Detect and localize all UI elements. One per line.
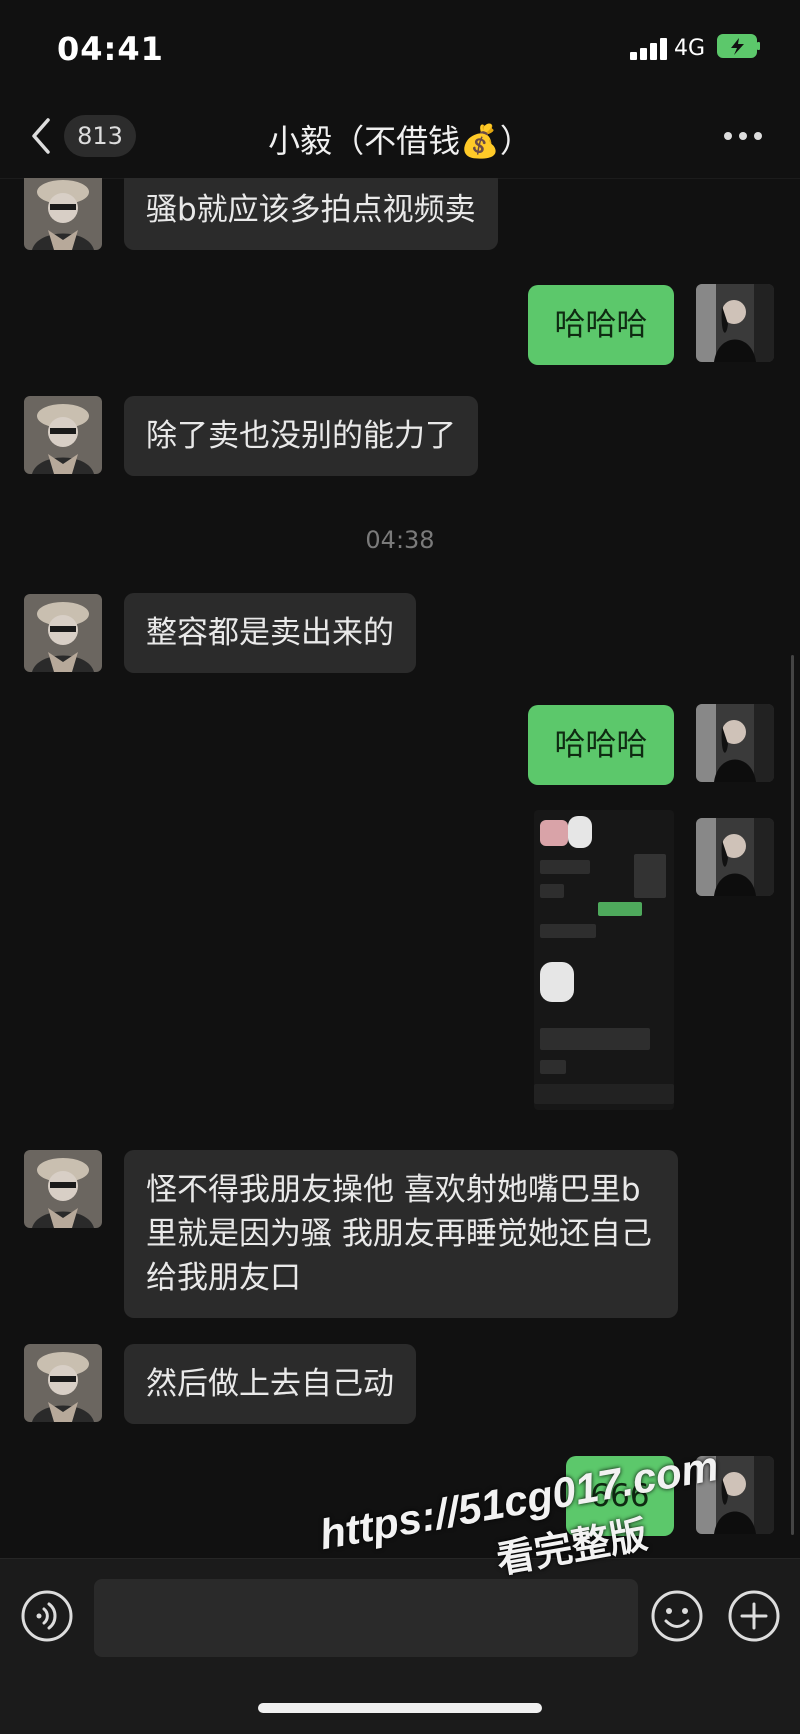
contact-avatar[interactable] [24, 1344, 102, 1422]
incoming-message[interactable]: 除了卖也没别的能力了 [124, 396, 478, 476]
unread-count-badge[interactable]: 813 [64, 115, 136, 157]
time-divider: 04:38 [365, 526, 435, 554]
status-time: 04:41 [57, 30, 164, 68]
incoming-message[interactable]: 怪不得我朋友操他 喜欢射她嘴巴里b里就是因为骚 我朋友再睡觉她还自己给我朋友口 [124, 1150, 678, 1318]
emoji-icon[interactable] [650, 1589, 704, 1643]
scrollbar[interactable] [791, 655, 794, 1535]
contact-avatar[interactable] [24, 1150, 102, 1228]
signal-icon [630, 38, 668, 60]
message-list[interactable]: 骚b就应该多拍点视频卖 哈哈哈 除了卖也没别的能力了 04:38 整容都是卖出来… [0, 178, 800, 1558]
incoming-message[interactable]: 然后做上去自己动 [124, 1344, 416, 1424]
battery-charging-icon [717, 34, 760, 58]
outgoing-message[interactable]: 哈哈哈 [528, 705, 674, 785]
voice-input-icon[interactable] [20, 1589, 74, 1643]
chat-title: 小毅（不借钱💰） [268, 122, 532, 160]
contact-avatar[interactable] [24, 594, 102, 672]
my-avatar[interactable] [696, 818, 774, 896]
home-indicator[interactable] [258, 1703, 542, 1713]
contact-avatar[interactable] [24, 178, 102, 250]
back-chevron-icon[interactable] [26, 116, 56, 156]
status-bar: 04:41 4G [0, 0, 800, 96]
incoming-message[interactable]: 骚b就应该多拍点视频卖 [124, 178, 498, 250]
chat-header: 813 小毅（不借钱💰） [0, 96, 800, 179]
screenshot-image-message[interactable] [534, 810, 674, 1110]
outgoing-message[interactable]: 哈哈哈 [528, 285, 674, 365]
network-type: 4G [674, 36, 706, 61]
more-options-icon[interactable] [724, 132, 764, 144]
contact-avatar[interactable] [24, 396, 102, 474]
incoming-message[interactable]: 整容都是卖出来的 [124, 593, 416, 673]
my-avatar[interactable] [696, 704, 774, 782]
add-attachment-icon[interactable] [727, 1589, 781, 1643]
my-avatar[interactable] [696, 284, 774, 362]
